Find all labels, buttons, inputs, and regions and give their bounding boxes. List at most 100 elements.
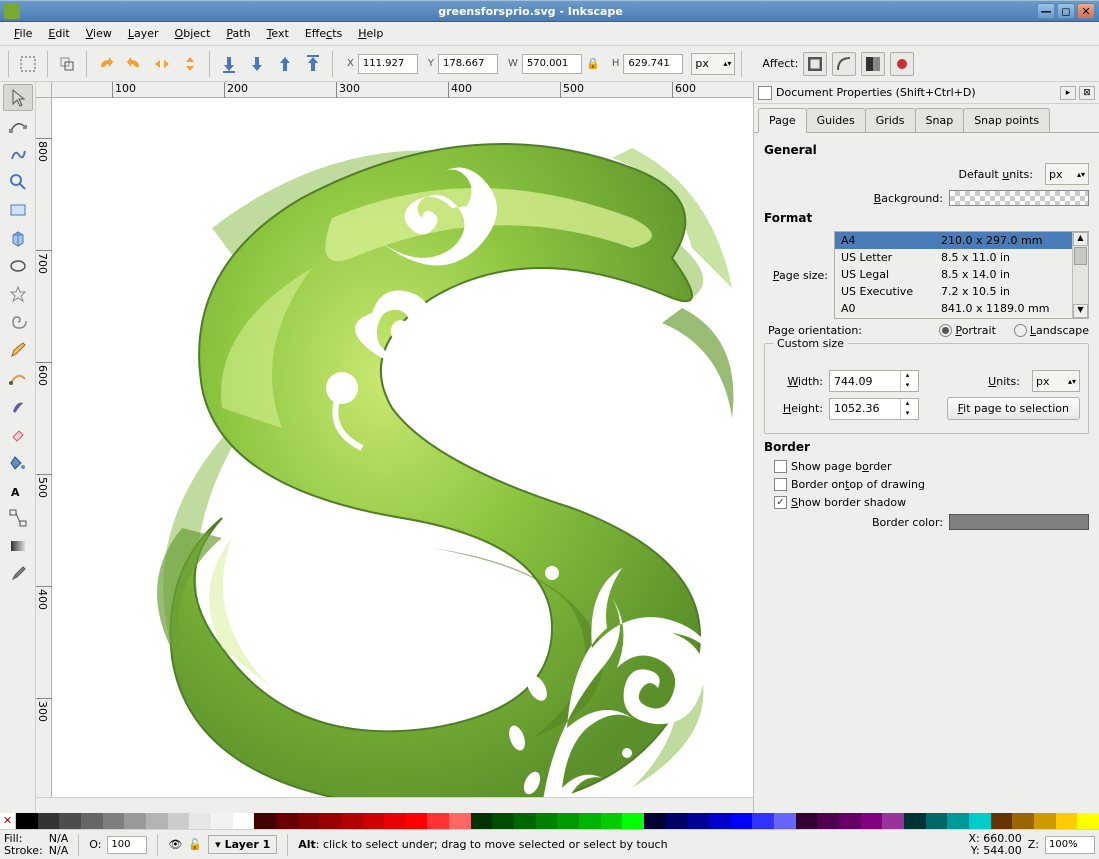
color-swatch[interactable] (796, 813, 818, 829)
affect-gradient-button[interactable] (861, 52, 885, 76)
color-swatch[interactable] (427, 813, 449, 829)
color-swatch[interactable] (384, 813, 406, 829)
color-swatch[interactable] (233, 813, 255, 829)
color-swatch[interactable] (752, 813, 774, 829)
custom-units-select[interactable]: px▴▾ (1032, 370, 1080, 392)
menu-text[interactable]: Text (259, 24, 297, 43)
x-field[interactable]: 111.927 (358, 54, 418, 74)
landscape-radio[interactable]: Landscape (1014, 324, 1089, 337)
affect-corners-button[interactable] (832, 52, 856, 76)
menu-edit[interactable]: Edit (40, 24, 77, 43)
menu-effects[interactable]: Effects (297, 24, 350, 43)
color-swatch[interactable] (363, 813, 385, 829)
select-layers-button[interactable] (54, 51, 80, 77)
color-swatch[interactable] (59, 813, 81, 829)
color-swatch[interactable] (1034, 813, 1056, 829)
color-swatch[interactable] (882, 813, 904, 829)
maximize-button[interactable]: ◻ (1057, 3, 1075, 19)
color-swatch[interactable] (319, 813, 341, 829)
color-swatch[interactable] (449, 813, 471, 829)
layer-selector[interactable]: ▾ Layer 1 (208, 835, 277, 854)
color-swatch[interactable] (341, 813, 363, 829)
size-item[interactable]: A0841.0 x 1189.0 mm (835, 300, 1072, 317)
visibility-icon[interactable]: 👁 (168, 838, 182, 851)
tab-snappoints[interactable]: Snap points (963, 108, 1050, 132)
color-swatch[interactable] (817, 813, 839, 829)
size-item[interactable]: US Letter8.5 x 11.0 in (835, 249, 1072, 266)
show-border-check[interactable]: Show page border (774, 460, 891, 473)
color-swatch[interactable] (406, 813, 428, 829)
scrollbar-horizontal[interactable] (36, 797, 753, 813)
color-swatch[interactable] (211, 813, 233, 829)
zoom-field[interactable] (1045, 836, 1095, 854)
height-field[interactable]: ▴▾ (829, 398, 919, 420)
menu-file[interactable]: File (6, 24, 40, 43)
select-all-button[interactable] (15, 51, 41, 77)
color-swatch[interactable] (579, 813, 601, 829)
h-field[interactable]: 629.741 (623, 54, 683, 74)
color-swatch[interactable] (622, 813, 644, 829)
color-swatch[interactable] (774, 813, 796, 829)
default-units-select[interactable]: px▴▾ (1045, 163, 1089, 185)
unit-select[interactable]: px▴▾ (691, 53, 735, 75)
panel-menu-button[interactable]: ▸ (1060, 86, 1076, 100)
ruler-vertical[interactable]: 800700600500400300 (36, 98, 52, 797)
color-swatch[interactable] (536, 813, 558, 829)
color-swatch[interactable] (38, 813, 60, 829)
y-field[interactable]: 178.667 (438, 54, 498, 74)
color-swatch[interactable] (969, 813, 991, 829)
minimize-button[interactable]: — (1037, 3, 1055, 19)
color-swatch[interactable] (146, 813, 168, 829)
width-field[interactable]: ▴▾ (829, 370, 919, 392)
page-size-list[interactable]: A4210.0 x 297.0 mmUS Letter8.5 x 11.0 in… (834, 231, 1089, 319)
star-tool[interactable] (3, 280, 33, 307)
color-swatch[interactable] (492, 813, 514, 829)
color-swatch[interactable] (103, 813, 125, 829)
color-swatch[interactable] (644, 813, 666, 829)
ruler-horizontal[interactable]: 100200300400500600 (52, 82, 753, 98)
color-swatch[interactable] (557, 813, 579, 829)
border-color-button[interactable] (949, 514, 1089, 530)
affect-stroke-button[interactable] (803, 52, 827, 76)
color-swatch[interactable] (926, 813, 948, 829)
flip-h-button[interactable] (149, 51, 175, 77)
color-swatch[interactable] (124, 813, 146, 829)
color-swatch[interactable] (601, 813, 623, 829)
color-swatch[interactable] (839, 813, 861, 829)
rotate-ccw-button[interactable] (93, 51, 119, 77)
color-swatch[interactable] (298, 813, 320, 829)
color-swatch[interactable] (1077, 813, 1099, 829)
calligraphy-tool[interactable] (3, 392, 33, 419)
3dbox-tool[interactable] (3, 224, 33, 251)
color-swatch[interactable] (276, 813, 298, 829)
tab-page[interactable]: Page (758, 108, 807, 133)
no-color-swatch[interactable]: ✕ (0, 813, 16, 829)
fit-page-button[interactable]: Fit page to selection (947, 397, 1080, 420)
menu-help[interactable]: Help (350, 24, 391, 43)
color-swatch[interactable] (168, 813, 190, 829)
border-shadow-check[interactable]: Show border shadow (774, 496, 906, 509)
color-swatch[interactable] (189, 813, 211, 829)
affect-pattern-button[interactable] (890, 52, 914, 76)
color-swatch[interactable] (731, 813, 753, 829)
artwork-s[interactable] (72, 98, 753, 797)
color-swatch[interactable] (81, 813, 103, 829)
selector-tool[interactable] (3, 84, 33, 111)
color-swatch[interactable] (471, 813, 493, 829)
connector-tool[interactable] (3, 504, 33, 531)
opacity-field[interactable] (107, 836, 147, 854)
text-tool[interactable]: A (3, 476, 33, 503)
eraser-tool[interactable] (3, 420, 33, 447)
color-swatch[interactable] (16, 813, 38, 829)
raise-top-button[interactable] (300, 51, 326, 77)
bucket-tool[interactable] (3, 448, 33, 475)
color-swatch[interactable] (514, 813, 536, 829)
ellipse-tool[interactable] (3, 252, 33, 279)
size-item[interactable]: A4210.0 x 297.0 mm (835, 232, 1072, 249)
lock-aspect-button[interactable]: 🔒 (584, 51, 602, 77)
color-swatch[interactable] (904, 813, 926, 829)
dropper-tool[interactable] (3, 560, 33, 587)
menu-layer[interactable]: Layer (120, 24, 167, 43)
color-swatch[interactable] (947, 813, 969, 829)
color-swatch[interactable] (687, 813, 709, 829)
